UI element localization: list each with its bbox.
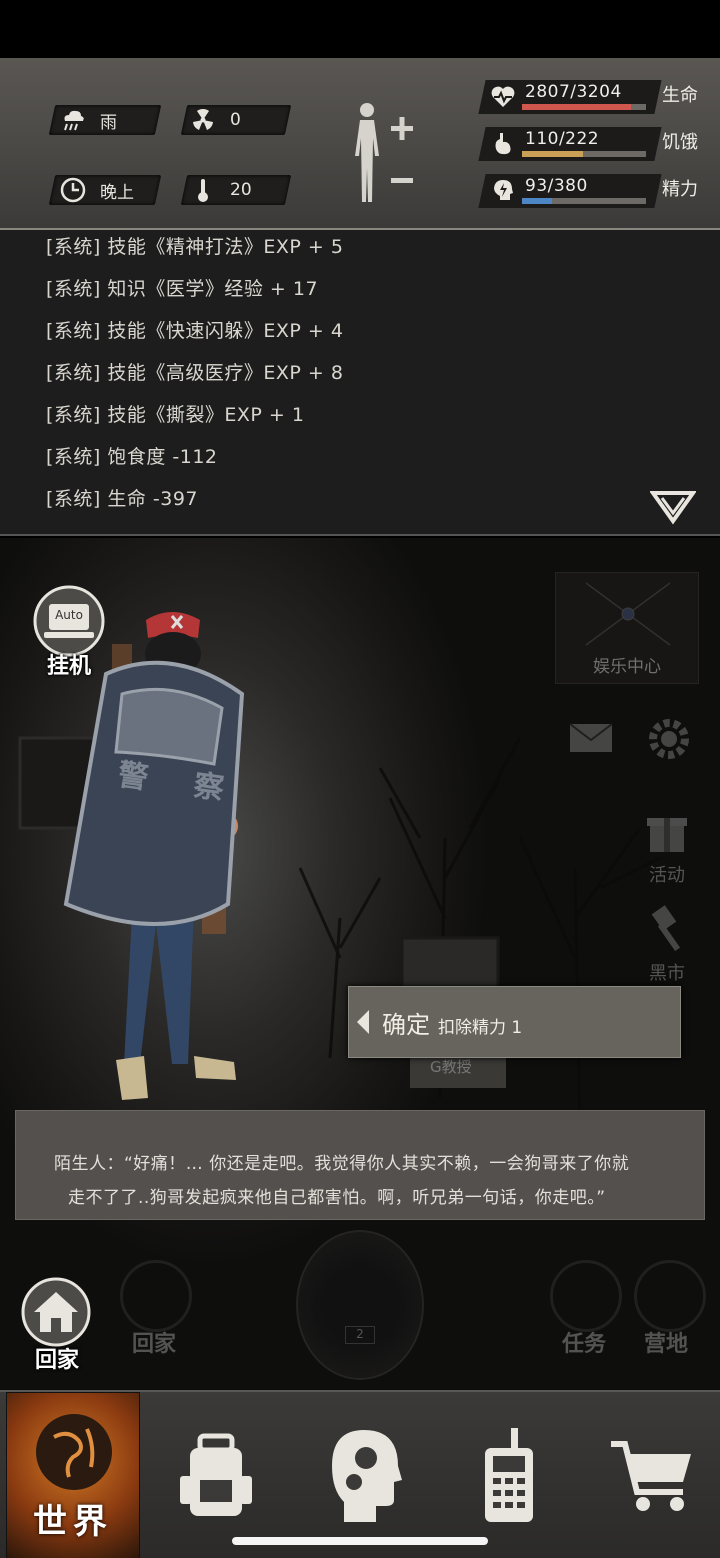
- energy-bar: 93/380 精力: [478, 174, 700, 208]
- house-icon: [21, 1277, 91, 1347]
- health-fill: [522, 104, 631, 110]
- arrow-left-icon: [357, 1010, 369, 1034]
- gear-icon: [649, 719, 689, 759]
- radiation-icon: [190, 107, 216, 133]
- shopping-cart-icon: [611, 1441, 691, 1511]
- health-bar: 2807/3204 生命: [478, 80, 700, 114]
- energy-fill: [522, 198, 553, 204]
- ghost-task-button[interactable]: [550, 1260, 622, 1332]
- entertainment-label: 娱乐中心: [593, 657, 661, 677]
- world-label: 世界: [33, 1502, 113, 1542]
- rain-cloud-icon: [60, 107, 86, 133]
- log-line: [系统] 技能《精神打法》EXP + 5: [46, 236, 344, 258]
- ghost-camp-label: 营地: [644, 1332, 689, 1357]
- confirm-action-button[interactable]: 确定 扣除精力 1: [348, 986, 681, 1058]
- hunger-bar: 110/222 饥饿: [478, 127, 700, 161]
- nav-shop[interactable]: [602, 1392, 702, 1558]
- confirm-cost: 扣除精力 1: [438, 1018, 523, 1038]
- confirm-label: 确定: [382, 1011, 430, 1039]
- dialog-line-2: 走不了了..狗哥发起疯来他自己都害怕。啊，听兄弟一句话，你走吧。”: [68, 1188, 606, 1208]
- log-line: [系统] 技能《快速闪躲》EXP + 4: [46, 320, 344, 342]
- heart-pulse-icon: [490, 84, 516, 110]
- backpack-icon: [180, 1433, 252, 1516]
- chevron-down-icon: [649, 491, 697, 525]
- health-value: 2807/3204: [525, 82, 622, 102]
- home-label: 回家: [34, 1348, 79, 1373]
- human-body-icon: [355, 103, 413, 202]
- clock-icon: [60, 177, 86, 203]
- radar-scope: [296, 1230, 424, 1380]
- nav-world[interactable]: 世界: [6, 1392, 140, 1558]
- message-log[interactable]: [系统] 技能《精神打法》EXP + 5 [系统] 知识《医学》经验 + 17 …: [0, 230, 720, 536]
- settings-button[interactable]: [634, 714, 704, 769]
- hunger-fill: [522, 151, 584, 157]
- temperature-value: 20: [230, 180, 252, 200]
- globe-icon: [36, 1414, 112, 1490]
- log-line: [系统] 饱食度 -112: [46, 446, 218, 468]
- radiation-display: 0: [190, 105, 241, 135]
- bottom-navigation: 世界: [0, 1390, 720, 1558]
- hud-panel: 雨 0 晚上 20 2807/3204 生命 110/222 饥饿 93/380…: [0, 58, 720, 230]
- ghost-home-label: 回家: [132, 1332, 177, 1357]
- stomach-icon: [490, 131, 516, 157]
- ent-map-icon: [585, 582, 671, 646]
- mail-button[interactable]: [556, 718, 626, 763]
- walkie-talkie-icon: [485, 1428, 533, 1522]
- nav-backpack[interactable]: [166, 1392, 266, 1558]
- log-line: [系统] 技能《高级医疗》EXP + 8: [46, 362, 344, 384]
- hunger-value: 110/222: [525, 129, 600, 149]
- activity-button[interactable]: 活动: [632, 806, 702, 887]
- hunger-label: 饥饿: [662, 132, 698, 153]
- nav-radio[interactable]: [466, 1392, 552, 1558]
- activity-label: 活动: [649, 865, 685, 886]
- npc-dialog-box[interactable]: 陌生人：“好痛！… 你还是走吧。我觉得你人其实不赖，一会狗哥来了你就 走不了了.…: [15, 1110, 705, 1220]
- weather-value: 雨: [100, 112, 117, 133]
- gift-icon: [647, 818, 687, 852]
- temperature-display: 20: [190, 175, 252, 205]
- log-expand-button[interactable]: [649, 490, 697, 526]
- sign-text: G教授: [430, 1058, 472, 1076]
- radiation-value: 0: [230, 110, 241, 130]
- health-label: 生命: [662, 85, 698, 106]
- time-display: 晚上: [60, 175, 134, 205]
- scene-view: G教授 Auto 挂机 警 察 娱乐中心 活动 黑市 确定 扣除精力 1 陌生人…: [0, 538, 720, 1390]
- page-number: 2: [345, 1326, 375, 1344]
- energy-head-icon: [490, 178, 516, 204]
- player-character: [63, 612, 245, 1100]
- home-indicator[interactable]: [232, 1537, 488, 1545]
- body-status-button[interactable]: [345, 98, 420, 208]
- weather-display: 雨: [60, 105, 117, 135]
- dialog-line-1: 陌生人：“好痛！… 你还是走吧。我觉得你人其实不赖，一会狗哥来了你就: [54, 1154, 630, 1174]
- black-market-button[interactable]: 黑市: [632, 904, 702, 985]
- entertainment-center-button[interactable]: 娱乐中心: [555, 572, 699, 684]
- head-gears-icon: [332, 1430, 402, 1522]
- ghost-home-button: [120, 1260, 192, 1332]
- ghost-task-label: 任务: [562, 1332, 607, 1357]
- envelope-icon: [569, 723, 613, 752]
- nav-skills[interactable]: [316, 1392, 416, 1558]
- log-line: [系统] 生命 -397: [46, 488, 199, 510]
- log-line: [系统] 知识《医学》经验 + 17: [46, 278, 319, 300]
- energy-value: 93/380: [525, 176, 588, 196]
- energy-label: 精力: [662, 179, 698, 200]
- hammer-icon: [651, 905, 681, 952]
- home-button[interactable]: 回家: [20, 1276, 94, 1376]
- time-value: 晚上: [100, 182, 134, 203]
- log-line: [系统] 技能《撕裂》EXP + 1: [46, 404, 305, 426]
- thermometer-icon: [190, 177, 216, 203]
- black-market-label: 黑市: [649, 963, 685, 984]
- ghost-camp-button[interactable]: [634, 1260, 706, 1332]
- status-bar: [0, 0, 720, 58]
